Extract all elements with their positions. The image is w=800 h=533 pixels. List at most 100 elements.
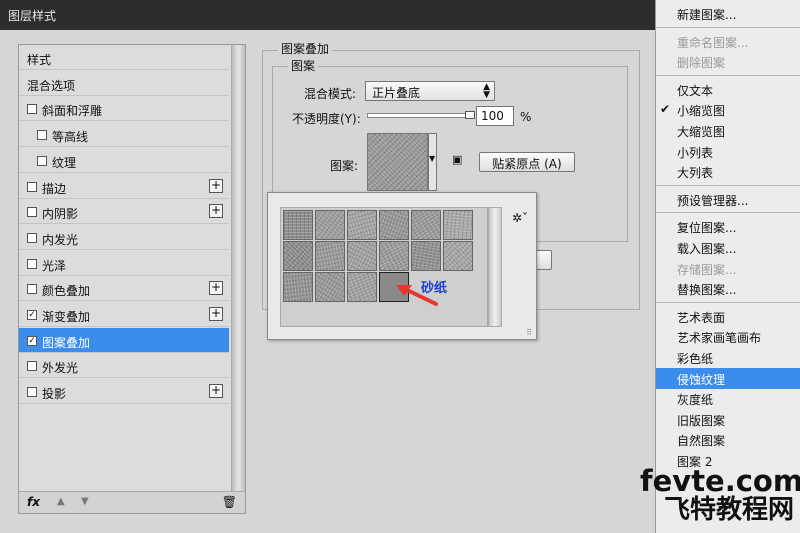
style-checkbox[interactable] — [27, 232, 37, 243]
triangle-down-icon: ▼ — [429, 154, 436, 163]
gear-icon[interactable]: ✲ˇ — [512, 211, 528, 225]
menu-item[interactable]: 旧版图案 — [656, 409, 800, 430]
style-checkbox[interactable] — [37, 130, 47, 141]
menu-item[interactable]: 小列表 — [656, 141, 800, 162]
menu-item[interactable]: 预设管理器... — [656, 189, 800, 210]
styles-list: 样式 混合选项 斜面和浮雕 等高线 纹理 描边 + 内阴影 + 内发光 光泽 颜色叠加 + ✓ 渐变叠加 + ✓… — [18, 44, 246, 514]
pattern-tile[interactable] — [379, 210, 409, 240]
style-item[interactable]: 混合选项 — [19, 71, 229, 96]
style-checkbox[interactable]: ✓ — [27, 310, 37, 320]
pattern-tile[interactable] — [315, 272, 345, 302]
pattern-label: 图案: — [330, 159, 359, 173]
menu-item-label: 小列表 — [677, 145, 714, 160]
pattern-tile[interactable] — [283, 272, 313, 302]
opacity-slider-thumb[interactable] — [465, 111, 475, 119]
style-checkbox[interactable] — [37, 155, 47, 166]
menu-separator — [656, 212, 800, 214]
style-item[interactable]: 样式 — [19, 45, 229, 70]
style-item[interactable]: 纹理 — [19, 148, 229, 173]
pattern-tile[interactable] — [347, 210, 377, 240]
style-item[interactable]: 内阴影 + — [19, 199, 229, 225]
menu-item-label: 艺术家画笔画布 — [677, 331, 762, 346]
pattern-grid — [280, 207, 488, 327]
menu-item[interactable]: 新建图案... — [656, 3, 800, 24]
trash-icon[interactable]: 🗑 — [222, 495, 237, 509]
menu-item[interactable]: 仅文本 — [656, 79, 800, 100]
new-preset-icon[interactable]: ▣ — [452, 153, 462, 166]
move-down-icon[interactable]: ▼ — [81, 496, 89, 507]
style-item-label: 内阴影 — [42, 207, 79, 222]
pattern-tile[interactable] — [379, 241, 409, 271]
add-effect-icon[interactable]: + — [209, 204, 223, 219]
style-checkbox[interactable] — [27, 361, 37, 372]
menu-item[interactable]: 侵蚀纹理 — [656, 367, 800, 389]
style-item[interactable]: 投影 + — [19, 379, 229, 405]
style-checkbox[interactable] — [27, 104, 37, 115]
style-item[interactable]: ✓ 渐变叠加 + — [19, 302, 229, 327]
move-up-icon[interactable]: ▲ — [57, 496, 65, 507]
menu-item-label: 侵蚀纹理 — [677, 372, 726, 387]
menu-item-label: 仅文本 — [677, 83, 714, 98]
pattern-swatch[interactable] — [367, 133, 428, 191]
pattern-tile[interactable] — [411, 241, 441, 271]
menu-item[interactable]: 自然图案 — [656, 429, 800, 450]
add-effect-icon[interactable]: + — [209, 178, 223, 193]
style-item[interactable]: 光泽 — [19, 251, 229, 276]
menu-item[interactable]: 大列表 — [656, 161, 800, 182]
style-item[interactable]: ✓ 图案叠加 — [19, 327, 229, 353]
style-item[interactable]: 斜面和浮雕 — [19, 96, 229, 122]
pattern-tile[interactable] — [443, 210, 473, 240]
pattern-subgroup-title: 图案 — [288, 57, 319, 74]
pattern-tile[interactable] — [443, 241, 473, 271]
add-effect-icon[interactable]: + — [209, 307, 223, 321]
pattern-tile[interactable] — [315, 210, 345, 240]
style-checkbox[interactable] — [27, 387, 37, 398]
add-effect-icon[interactable]: + — [209, 281, 223, 296]
style-item[interactable]: 描边 + — [19, 174, 229, 199]
menu-item[interactable]: 大缩览图 — [656, 120, 800, 141]
menu-item[interactable]: 艺术表面 — [656, 306, 800, 327]
pattern-picker-scrollbar[interactable] — [488, 207, 502, 327]
select-arrows-icon: ▲ ▼ — [483, 82, 490, 100]
menu-item[interactable]: 彩色纸 — [656, 347, 800, 368]
menu-item: 重命名图案... — [656, 31, 800, 52]
menu-item-label: 大缩览图 — [677, 125, 726, 139]
style-checkbox[interactable]: ✓ — [27, 335, 37, 346]
menu-item[interactable]: ✔ 小缩览图 — [656, 99, 800, 120]
style-checkbox[interactable] — [27, 258, 37, 269]
style-item[interactable]: 外发光 — [19, 353, 229, 379]
snap-to-origin-button[interactable]: 贴紧原点 (A) — [479, 152, 575, 172]
resize-grip-icon[interactable]: ⠿ — [526, 328, 532, 337]
add-effect-icon[interactable]: + — [209, 384, 223, 399]
menu-item[interactable]: 载入图案... — [656, 237, 800, 258]
blend-mode-select[interactable]: 正片叠底 ▲ ▼ — [365, 81, 495, 101]
style-item[interactable]: 等高线 — [19, 122, 229, 148]
opacity-slider[interactable] — [367, 113, 471, 118]
pattern-tile[interactable] — [347, 241, 377, 271]
menu-item[interactable]: 灰度纸 — [656, 388, 800, 409]
styles-list-scrollbar[interactable] — [231, 45, 245, 505]
pattern-context-menu: 新建图案... 重命名图案... 删除图案仅文本 ✔ 小缩览图大缩览图小列表 大列表预设管… — [655, 0, 800, 533]
check-icon: ✔ — [660, 102, 671, 117]
style-checkbox[interactable] — [27, 207, 37, 218]
pattern-tile[interactable] — [283, 241, 313, 271]
menu-item[interactable]: 替换图案... — [656, 278, 800, 299]
style-item[interactable]: 内发光 — [19, 225, 229, 250]
style-item[interactable]: 颜色叠加 + — [19, 276, 229, 302]
menu-item[interactable]: 艺术家画笔画布 — [656, 326, 800, 347]
style-item-label: 描边 — [42, 181, 67, 196]
fx-button[interactable]: fx — [27, 495, 40, 509]
pattern-tile[interactable] — [411, 210, 441, 240]
style-checkbox[interactable] — [27, 284, 37, 295]
pattern-tile[interactable] — [347, 272, 377, 302]
dialog-title-bar[interactable]: 图层样式 — [0, 0, 655, 30]
menu-item[interactable]: 复位图案... — [656, 216, 800, 237]
pattern-dropdown-toggle[interactable]: ▼ — [428, 133, 437, 191]
opacity-input[interactable]: 100 — [476, 106, 514, 126]
style-checkbox[interactable] — [27, 181, 37, 192]
pattern-tile[interactable] — [283, 210, 313, 240]
menu-item-label: 删除图案 — [677, 56, 726, 71]
menu-item-label: 重命名图案... — [677, 35, 749, 50]
pattern-tile[interactable] — [315, 241, 345, 271]
menu-item-label: 彩色纸 — [677, 352, 714, 366]
